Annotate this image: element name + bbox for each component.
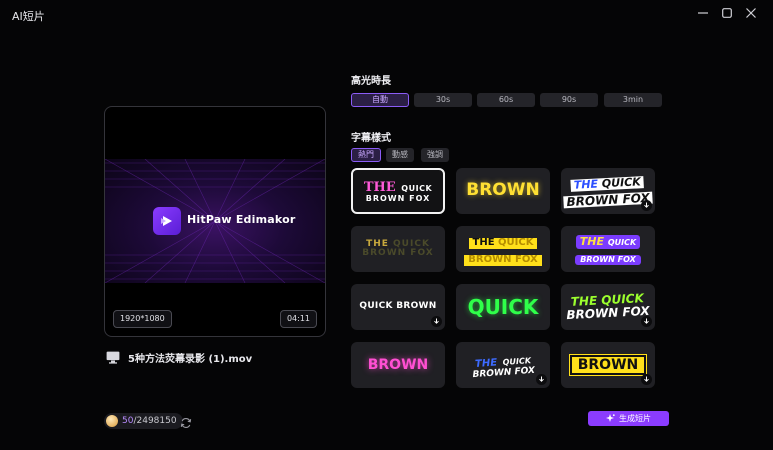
caption-style-tile[interactable]: BROWN <box>561 342 655 388</box>
caption-style-tile[interactable]: QUICK BROWN <box>351 284 445 330</box>
duration-badge: 04:11 <box>279 310 317 328</box>
duration-option-auto[interactable]: 自動 <box>351 93 409 107</box>
caption-style-tile[interactable]: THE QUICK BROWN FOX <box>456 226 550 272</box>
sparkle-icon <box>606 414 615 422</box>
duration-option-3min[interactable]: 3min <box>604 93 662 107</box>
caption-preview: BROWN <box>569 354 647 376</box>
refresh-icon <box>180 418 192 428</box>
download-icon <box>641 200 652 211</box>
brand-name: HitPaw Edimakor <box>187 213 296 226</box>
coin-icon <box>106 415 118 427</box>
close-button[interactable] <box>740 4 762 22</box>
maximize-icon <box>722 8 732 18</box>
caption-preview: THE QUICK BROWN FOX <box>566 291 651 323</box>
refresh-button[interactable] <box>180 414 192 433</box>
highlight-duration-title: 高光時長 <box>351 76 391 87</box>
caption-preview: QUICK BROWN <box>359 301 437 312</box>
maximize-button[interactable] <box>716 4 738 22</box>
caption-preview: THE QUICK BROWN FOX <box>362 238 434 258</box>
credits-badge: 50/2498150 <box>104 413 183 429</box>
caption-preview: BROWN <box>466 180 540 201</box>
caption-style-tile[interactable]: THE QUICK BROWN FOX <box>351 226 445 272</box>
brand-logo-icon <box>153 207 181 235</box>
caption-style-tile[interactable]: THE QUICK BROWN FOX <box>456 342 550 388</box>
duration-option-60s[interactable]: 60s <box>477 93 535 107</box>
caption-preview: THE QUICK BROWN FOX <box>464 232 542 266</box>
tab-popular[interactable]: 熱門 <box>351 148 381 162</box>
minimize-icon <box>698 12 708 14</box>
credits-total: /2498150 <box>133 416 177 426</box>
download-icon <box>431 316 442 327</box>
app-title: AI短片 <box>12 10 45 23</box>
caption-style-tile[interactable]: QUICK <box>456 284 550 330</box>
generate-short-label: 生成短片 <box>619 414 651 423</box>
caption-preview: THE QUICK BROWN FOX <box>472 355 536 380</box>
file-row: 5种方法荧幕录影 (1).mov <box>106 350 252 365</box>
caption-style-tile[interactable]: BROWN <box>351 342 445 388</box>
caption-style-tile[interactable]: THE QUICK BROWN FOX <box>561 284 655 330</box>
caption-preview: THE QUICK BROWN FOX <box>563 172 654 210</box>
credits-used: 50 <box>122 416 134 426</box>
minimize-button[interactable] <box>692 4 714 22</box>
duration-option-30s[interactable]: 30s <box>414 93 472 107</box>
monitor-icon <box>106 351 120 364</box>
file-name: 5种方法荧幕录影 (1).mov <box>128 354 253 365</box>
tab-dynamic[interactable]: 動感 <box>386 148 414 162</box>
close-icon <box>746 8 756 18</box>
caption-preview: BROWN <box>367 356 429 373</box>
caption-preview: QUICK <box>467 294 539 319</box>
caption-style-title: 字幕樣式 <box>351 133 391 144</box>
video-preview[interactable]: HitPaw Edimakor 1920*1080 04:11 <box>104 106 326 337</box>
download-icon <box>641 316 652 327</box>
caption-style-tile[interactable]: BROWN <box>456 168 550 214</box>
tab-emphasis[interactable]: 強調 <box>421 148 449 162</box>
caption-style-tile[interactable]: THE QUICK BROWN FOX <box>561 168 655 214</box>
resolution-badge: 1920*1080 <box>113 310 172 328</box>
download-icon <box>536 374 547 385</box>
caption-preview: THE QUICK BROWN FOX <box>363 180 433 204</box>
caption-style-tile[interactable]: THE QUICK BROWN FOX <box>561 226 655 272</box>
generate-short-button[interactable]: 生成短片 <box>588 411 669 426</box>
video-frame: HitPaw Edimakor <box>105 159 325 283</box>
duration-option-90s[interactable]: 90s <box>540 93 598 107</box>
caption-preview: THE QUICK BROWN FOX <box>575 232 641 266</box>
download-icon <box>641 374 652 385</box>
caption-style-tile[interactable]: THE QUICK BROWN FOX <box>351 168 445 214</box>
